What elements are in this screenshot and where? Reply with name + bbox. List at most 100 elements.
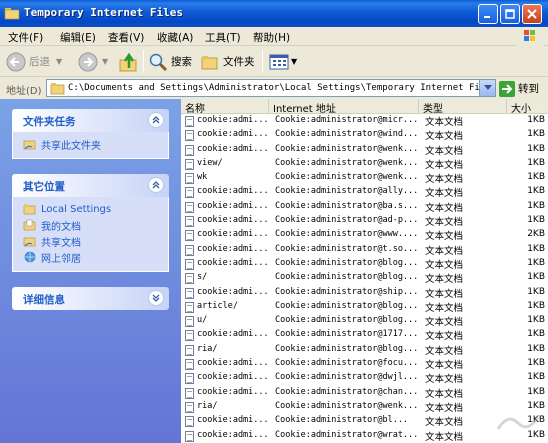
address-input[interactable]: C:\Documents and Settings\Administrator\… — [46, 79, 496, 97]
table-row[interactable]: s/Cookie:administrator@blog... 文本文档 1KB — [181, 271, 548, 285]
file-size: 1KB — [527, 386, 545, 397]
minimize-button[interactable] — [478, 4, 498, 24]
file-internet-address: Cookie:administrator@blog... — [275, 343, 419, 354]
back-button[interactable]: 后退 ▼ — [6, 50, 62, 73]
file-name: cookie:admi... — [197, 115, 267, 125]
menu-file[interactable]: 文件(F) — [8, 30, 43, 45]
table-row[interactable]: cookie:admi... Cookie:administrator@ba.s.… — [181, 200, 548, 214]
text-document-icon — [185, 344, 194, 356]
column-address[interactable]: Internet 地址 — [269, 99, 419, 113]
text-document-icon — [185, 173, 194, 185]
table-row[interactable]: cookie:admi... Cookie:administrator@www..… — [181, 228, 548, 242]
table-row[interactable]: article/Cookie:administrator@blog... 文本文档… — [181, 300, 548, 314]
table-row[interactable]: cookie:admi... Cookie:administrator@ad-p.… — [181, 214, 548, 228]
file-tasks-header[interactable]: 文件夹任务 — [12, 109, 169, 132]
file-name: cookie:admi... — [197, 386, 267, 397]
column-name[interactable]: 名称 — [181, 99, 269, 113]
file-internet-address: Cookie:administrator@wenk... — [275, 172, 419, 183]
file-size: 1KB — [527, 343, 545, 354]
menu-help[interactable]: 帮助(H) — [253, 30, 290, 45]
table-row[interactable]: ria/Cookie:administrator@blog... 文本文档 1KB — [181, 343, 548, 357]
place-shared-documents[interactable]: 共享文档 — [13, 233, 168, 249]
other-places-header[interactable]: 其它位置 — [12, 174, 169, 197]
file-type: 文本文档 — [425, 202, 464, 214]
table-row[interactable]: cookie:admi... Cookie:administrator@ally.… — [181, 185, 548, 199]
go-button[interactable]: 转到 — [499, 80, 547, 97]
table-row[interactable]: wk Cookie:administrator@wenk... 文本文档 1KB — [181, 171, 548, 185]
forward-button[interactable]: ▼ — [78, 50, 108, 73]
file-size: 1KB — [527, 215, 545, 226]
table-row[interactable]: cookie:admi... Cookie:administrator@focu.… — [181, 357, 548, 371]
menu-tools[interactable]: 工具(T) — [205, 30, 241, 45]
title-bar[interactable]: Temporary Internet Files — [0, 0, 548, 27]
views-button[interactable]: ▼ — [268, 50, 297, 73]
file-name: cookie:admi... — [197, 358, 267, 369]
search-button[interactable]: 搜索 — [148, 50, 192, 73]
toolbar: 后退 ▼ ▼ 搜索 文件夹 ▼ — [0, 46, 548, 77]
folders-label: 文件夹 — [223, 56, 255, 68]
file-size: 1KB — [527, 186, 545, 197]
place-network[interactable]: 网上邻居 — [13, 249, 168, 265]
folders-icon — [201, 55, 218, 69]
other-places-title: 其它位置 — [23, 181, 65, 193]
table-row[interactable]: cookie:admi... Cookie:administrator@t.so.… — [181, 243, 548, 257]
chevron-up-icon — [152, 181, 160, 189]
folder-icon — [23, 204, 36, 215]
collapse-button[interactable] — [148, 177, 164, 193]
up-folder-button[interactable] — [118, 50, 140, 73]
documents-folder-icon — [23, 219, 36, 231]
table-row[interactable]: view/Cookie:administrator@wenk... 文本文档 1KB — [181, 157, 548, 171]
file-internet-address: Cookie:administrator@wrat... — [275, 429, 419, 440]
place-label: Local Settings — [41, 203, 112, 215]
table-row[interactable]: cookie:admi... Cookie:administrator@wenk.… — [181, 143, 548, 157]
file-type: 文本文档 — [425, 288, 464, 300]
table-row[interactable]: cookie:admi... Cookie:administrator@chan.… — [181, 386, 548, 400]
expand-button[interactable] — [148, 290, 164, 306]
collapse-button[interactable] — [148, 112, 164, 128]
file-name: wk — [197, 172, 208, 183]
close-button[interactable] — [522, 4, 542, 24]
text-document-icon — [185, 416, 194, 428]
menu-favorites[interactable]: 收藏(A) — [157, 30, 193, 45]
file-internet-address: Cookie:administrator@blog... — [275, 272, 419, 283]
table-row[interactable]: ria/Cookie:administrator@wenk... 文本文档 1KB — [181, 400, 548, 414]
table-row[interactable]: cookie:admi... Cookie:administrator@wind.… — [181, 128, 548, 142]
text-document-icon — [185, 387, 194, 399]
table-row[interactable]: cookie:admi... Cookie:administrator@1717.… — [181, 328, 548, 342]
network-icon — [24, 251, 36, 263]
file-internet-address: Cookie:administrator@chan... — [275, 386, 419, 397]
table-row[interactable]: u/Cookie:administrator@blog... 文本文档 1KB — [181, 314, 548, 328]
place-label: 网上邻居 — [41, 253, 81, 265]
address-dropdown-button[interactable] — [479, 80, 495, 96]
file-size: 1KB — [527, 257, 545, 268]
table-row[interactable]: cookie:admi... Cookie:administrator@micr.… — [181, 114, 548, 128]
file-type: 文本文档 — [425, 317, 464, 329]
table-row[interactable]: cookie:admi... Cookie:administrator@blog.… — [181, 257, 548, 271]
details-header[interactable]: 详细信息 — [12, 287, 169, 310]
maximize-button[interactable] — [500, 4, 520, 24]
table-row[interactable]: cookie:admi... Cookie:administrator@wrat.… — [181, 429, 548, 443]
window-title: Temporary Internet Files — [24, 6, 183, 19]
text-document-icon — [185, 130, 194, 142]
place-local-settings[interactable]: Local Settings — [13, 201, 168, 217]
file-name: cookie:admi... — [197, 243, 267, 254]
menu-bar: 文件(F) 编辑(E) 查看(V) 收藏(A) 工具(T) 帮助(H) — [0, 27, 548, 46]
file-type: 文本文档 — [425, 188, 464, 200]
chevron-down-icon — [483, 85, 492, 90]
column-type[interactable]: 类型 — [419, 99, 507, 113]
folders-button[interactable]: 文件夹 — [200, 50, 255, 73]
table-row[interactable]: cookie:admi... Cookie:administrator@dwjl.… — [181, 371, 548, 385]
place-label: 共享文档 — [41, 237, 81, 249]
menu-view[interactable]: 查看(V) — [108, 30, 144, 45]
text-document-icon — [185, 330, 194, 342]
table-row[interactable]: cookie:admi... Cookie:administrator@ship.… — [181, 286, 548, 300]
file-size: 1KB — [527, 115, 545, 125]
file-size: 1KB — [527, 272, 545, 283]
file-name: cookie:admi... — [197, 200, 267, 211]
table-row[interactable]: cookie:admi... Cookie:administrator@bl...… — [181, 414, 548, 428]
share-folder-link[interactable]: 共享此文件夹 — [13, 136, 168, 152]
column-size[interactable]: 大小 — [507, 99, 548, 113]
place-my-documents[interactable]: 我的文档 — [13, 217, 168, 233]
file-size: 1KB — [527, 129, 545, 140]
menu-edit[interactable]: 编辑(E) — [60, 30, 96, 45]
